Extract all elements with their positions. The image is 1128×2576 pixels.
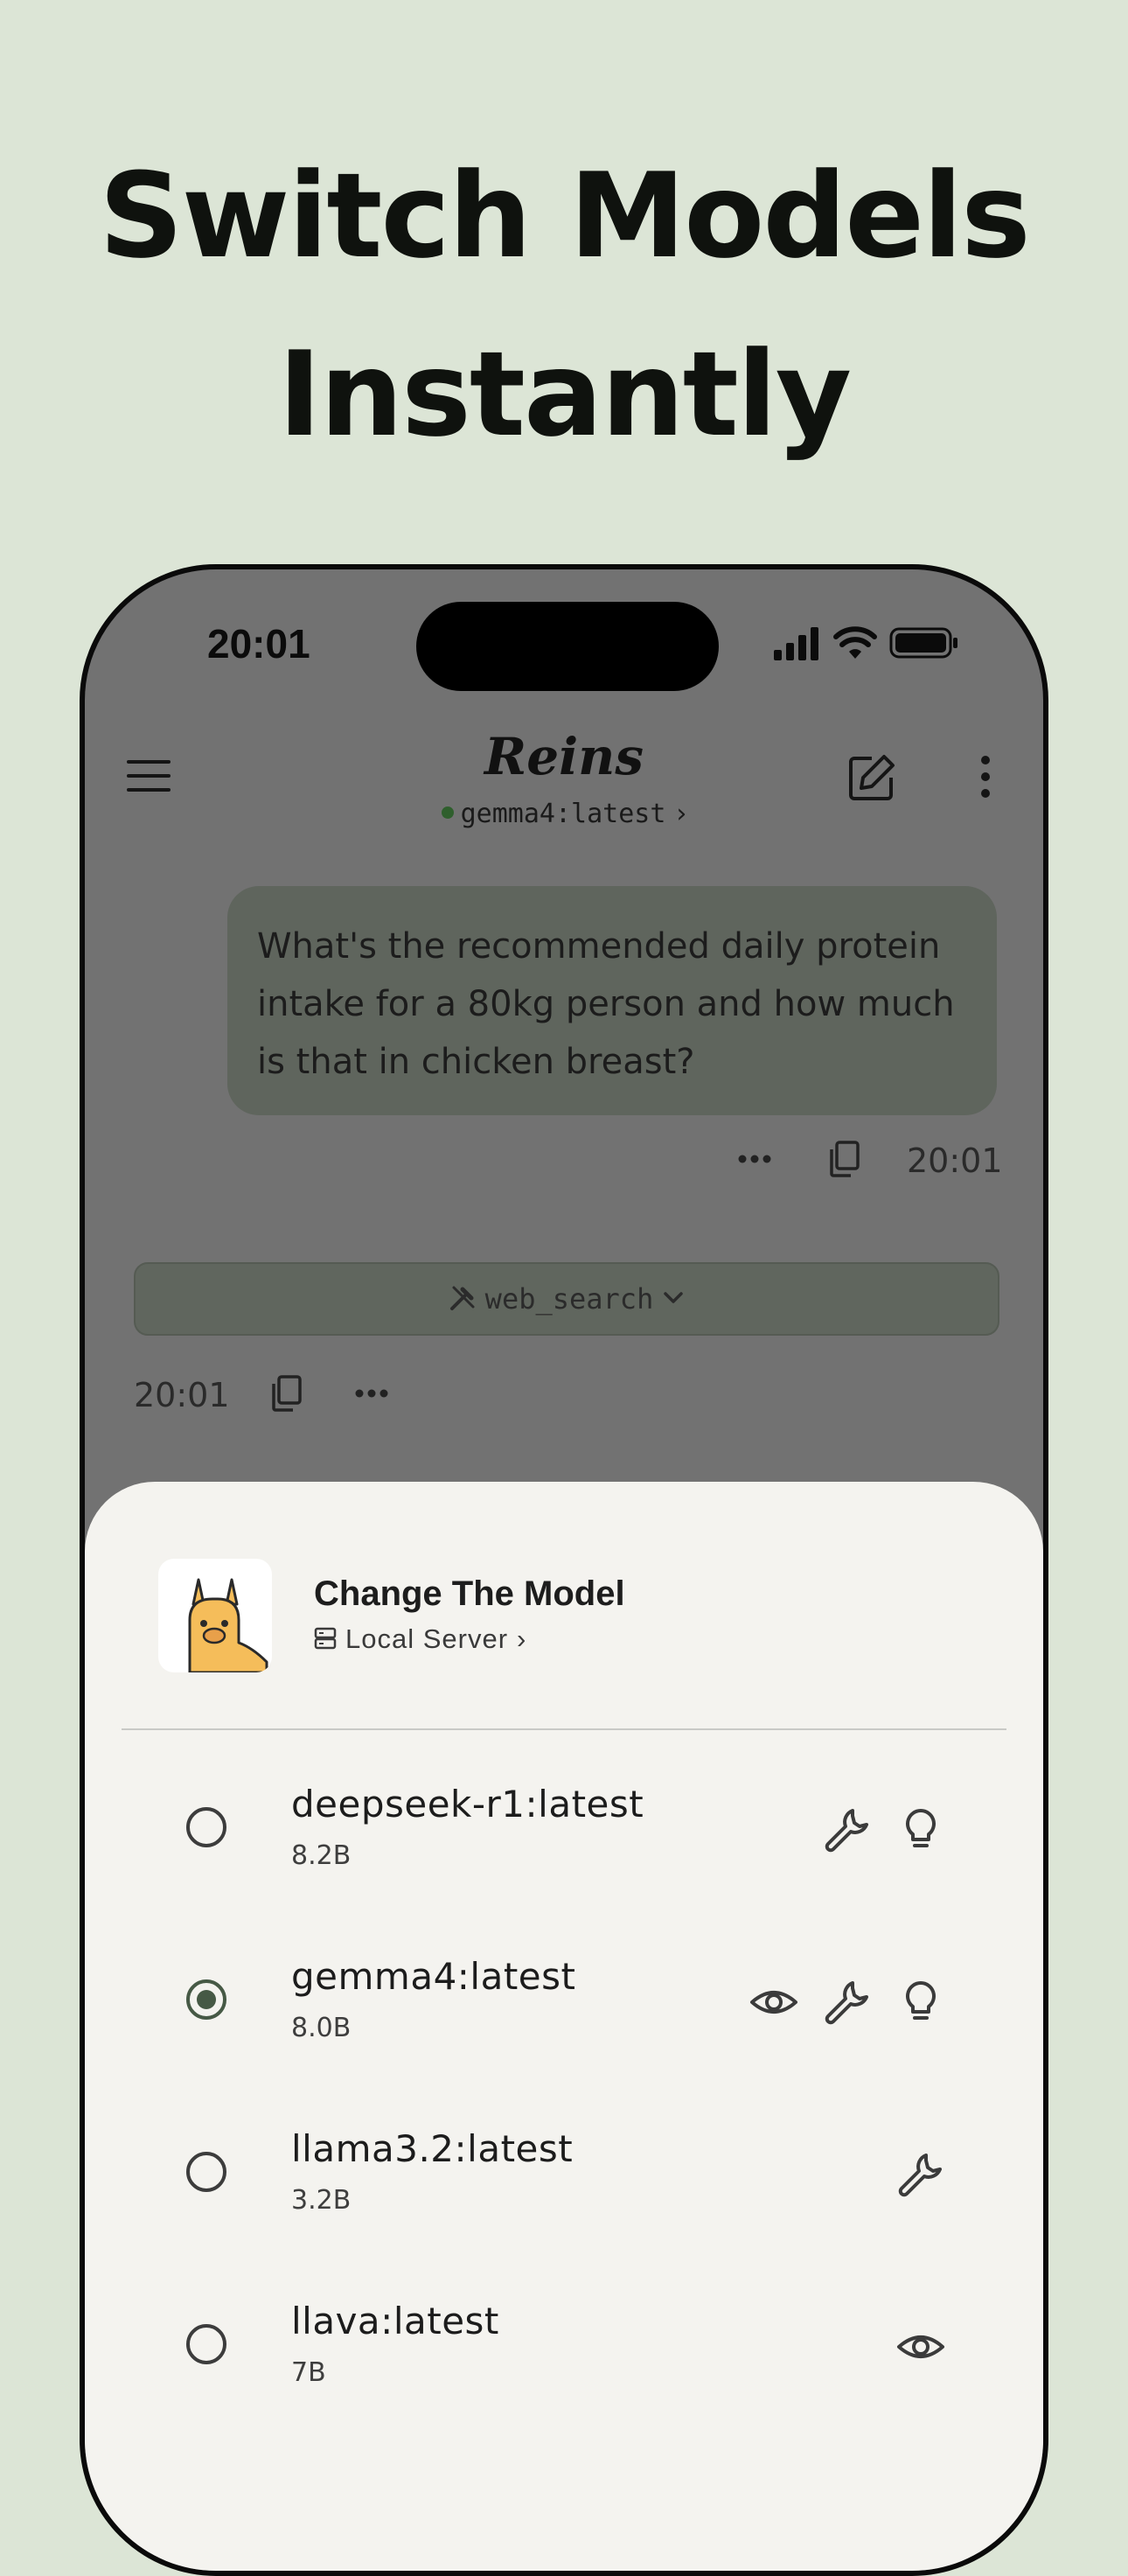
model-name: deepseek-r1:latest: [291, 1783, 644, 1826]
current-model-name: gemma4:latest: [460, 799, 666, 829]
copy-icon[interactable]: [826, 1140, 861, 1178]
headline-line-2: Instantly: [277, 326, 852, 463]
wrench-icon: [825, 1981, 868, 2025]
chevron-right-icon: ›: [517, 1623, 527, 1654]
reply-time: 20:01: [134, 1376, 230, 1414]
signal-icon: [774, 627, 818, 660]
eye-icon: [897, 2335, 944, 2358]
server-icon: [314, 1627, 337, 1650]
model-size: 3.2B: [291, 2185, 352, 2216]
online-status-dot: [441, 806, 454, 819]
current-model-selector[interactable]: gemma4:latest ›: [85, 799, 1043, 829]
app-title: Reins: [484, 727, 644, 786]
headline-line-1: Switch Models: [99, 148, 1031, 284]
copy-icon[interactable]: [268, 1374, 303, 1413]
more-horizontal-icon[interactable]: [354, 1388, 389, 1399]
model-name: llama3.2:latest: [291, 2127, 574, 2170]
status-icons: [772, 625, 973, 667]
chevron-down-icon: [664, 1292, 684, 1303]
status-time: 20:01: [207, 621, 310, 667]
phone-frame: 20:01 Reins gemma4:latest › What's the r…: [80, 564, 1048, 2576]
tool-call-name: web_search: [484, 1282, 654, 1316]
sheet-title: Change The Model: [314, 1574, 625, 1613]
radio-button-selected[interactable]: [186, 1979, 226, 2020]
wifi-icon: [833, 626, 877, 659]
dynamic-island: [416, 602, 719, 691]
model-size: 8.0B: [291, 2013, 352, 2043]
wrench-icon: [825, 1809, 868, 1853]
tool-call-expander[interactable]: web_search: [134, 1262, 999, 1336]
battery-icon: [889, 627, 957, 659]
model-name: llava:latest: [291, 2300, 499, 2342]
more-horizontal-icon[interactable]: [737, 1154, 772, 1164]
radio-button[interactable]: [186, 1807, 226, 1847]
compose-icon[interactable]: [846, 751, 898, 804]
divider: [122, 1728, 1006, 1730]
user-message-time: 20:01: [907, 1141, 1003, 1180]
lightbulb-icon: [906, 1809, 936, 1847]
chevron-right-icon: ›: [676, 799, 687, 829]
lightbulb-icon: [906, 1981, 936, 2020]
wrench-icon: [898, 2154, 942, 2197]
server-name: Local Server: [345, 1623, 509, 1654]
eye-icon: [750, 1991, 797, 2014]
model-size: 8.2B: [291, 1840, 352, 1871]
model-option[interactable]: llama3.2:latest 3.2B: [85, 2089, 1043, 2260]
ollama-avatar: [158, 1559, 272, 1672]
radio-button[interactable]: [186, 2152, 226, 2192]
model-size: 7B: [291, 2357, 326, 2388]
model-option[interactable]: deepseek-r1:latest 8.2B: [85, 1744, 1043, 1916]
tools-icon: [449, 1286, 475, 1310]
llama-icon: [188, 1578, 268, 1672]
user-message-bubble[interactable]: What's the recommended daily protein int…: [227, 886, 997, 1115]
more-vertical-icon[interactable]: [978, 755, 992, 799]
server-selector[interactable]: Local Server ›: [314, 1623, 526, 1655]
model-picker-sheet: Change The Model Local Server › deepseek-…: [85, 1482, 1043, 2571]
model-option[interactable]: llava:latest 7B: [85, 2261, 1043, 2433]
radio-button[interactable]: [186, 2324, 226, 2364]
model-name: gemma4:latest: [291, 1955, 576, 1998]
model-option[interactable]: gemma4:latest 8.0B: [85, 1916, 1043, 2088]
